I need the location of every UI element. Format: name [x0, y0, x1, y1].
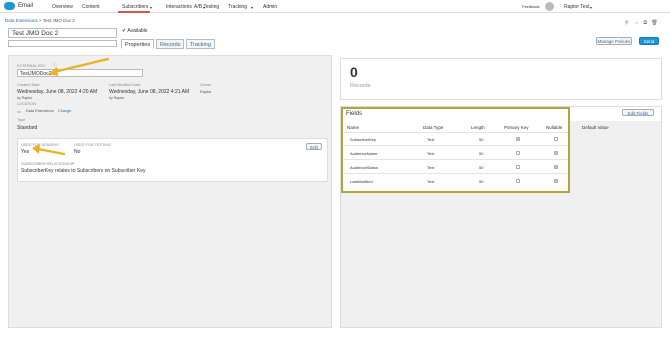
field-name: AudienceStatus — [350, 165, 379, 170]
primary-key-checkbox[interactable] — [516, 165, 520, 169]
edit-fields-button[interactable]: Edit Fields — [622, 109, 654, 116]
records-label: Records — [350, 83, 371, 89]
fields-title: Fields — [346, 111, 363, 117]
field-type: Text — [427, 151, 435, 156]
chevron-down-icon: ▾ — [590, 5, 593, 10]
breadcrumb-data-extensions[interactable]: Data Extensions — [5, 18, 38, 23]
fields-highlight-box — [341, 107, 570, 193]
filter-icon[interactable]: ⚲ — [625, 20, 629, 26]
copy-icon[interactable]: ⧉ — [643, 20, 647, 26]
col-default-value[interactable]: Default Value — [582, 125, 609, 130]
col-primary-key[interactable]: Primary Key — [504, 125, 529, 130]
user-avatar[interactable] — [545, 2, 554, 11]
status-available: ✔ Available — [122, 28, 148, 34]
breadcrumb: Data Extensions > Test JMO Doc 2 — [5, 18, 75, 23]
modified-date-label: Last Modified Date — [109, 83, 141, 87]
nav-interactions[interactable]: Interactions — [166, 4, 192, 10]
field-name: SubscriberKey — [350, 137, 377, 142]
field-length: 50 — [479, 151, 484, 156]
records-count: 0 — [350, 64, 358, 80]
nav-admin[interactable]: Admin — [263, 4, 277, 10]
type-label: Type — [17, 118, 26, 122]
top-navigation: Email Overview Content Subscribers ▾ Int… — [0, 0, 670, 13]
edit-sending-button[interactable]: Edit — [306, 143, 322, 150]
trash-icon[interactable]: 🗑 — [651, 20, 657, 26]
location-value: Data Extensions — [26, 109, 54, 113]
nullable-checkbox[interactable] — [554, 165, 558, 169]
user-menu[interactable]: Raptor Test — [564, 4, 589, 10]
field-type: Text — [427, 165, 435, 170]
breadcrumb-current: Test JMO Doc 2 — [42, 18, 75, 23]
app-name: Email — [18, 3, 34, 9]
primary-key-checkbox[interactable] — [516, 179, 520, 183]
nullable-checkbox[interactable] — [554, 137, 558, 141]
manage-policies-button[interactable]: Manage Policies — [596, 37, 632, 45]
field-name: AudienceName — [350, 151, 378, 156]
created-by: by Raptor — [17, 96, 33, 100]
field-length: 50 — [479, 179, 484, 184]
type-value: Standard — [17, 125, 38, 131]
external-key-label: EXTERNAL KEY — [17, 64, 46, 68]
modified-by: by Raptor — [109, 96, 125, 100]
description-input[interactable] — [8, 40, 117, 47]
col-name[interactable]: Name — [347, 125, 359, 130]
subscriber-relationship-value: SubscriberKey relates to Subscribers on … — [21, 168, 146, 174]
field-length: 50 — [479, 137, 484, 142]
header-tools: ⚲ ⇔ ⧉ 🗑 — [625, 20, 658, 26]
col-length[interactable]: Length — [471, 125, 485, 130]
subscriber-relationship-label: SUBSCRIBER RELATIONSHIP — [21, 162, 75, 166]
field-name: LastModified — [350, 179, 373, 184]
used-for-testing-value: No — [74, 149, 81, 155]
field-length: 50 — [479, 165, 484, 170]
used-for-sending-value: Yes — [21, 149, 30, 155]
col-nullable[interactable]: Nullable — [546, 125, 562, 130]
salesforce-cloud-logo — [4, 2, 15, 10]
created-date-label: Created Date — [17, 83, 40, 87]
field-type: Text — [427, 179, 435, 184]
location-change-link[interactable]: Change — [58, 109, 71, 113]
tab-records[interactable]: Records — [156, 39, 185, 49]
nav-tracking[interactable]: Tracking — [228, 4, 247, 10]
records-panel — [340, 58, 662, 100]
properties-panel — [8, 55, 332, 328]
nav-overview[interactable]: Overview — [52, 4, 73, 10]
send-button[interactable]: Send — [639, 37, 659, 45]
modified-date-value: Wednesday, June 08, 2022 4:21 AM — [109, 89, 190, 95]
name-input[interactable]: Test JMO Doc 2 — [8, 28, 117, 38]
owner-value: Raptor — [200, 90, 212, 94]
created-date-value: Wednesday, June 08, 2022 4:20 AM — [17, 89, 98, 95]
nav-ab-testing[interactable]: A/B Testing — [194, 4, 219, 10]
feedback-link[interactable]: Feedback — [522, 4, 540, 9]
annotation-arrow-external-key — [48, 57, 110, 76]
nav-subscribers[interactable]: Subscribers — [122, 4, 148, 10]
chevron-down-icon: ▾ — [251, 5, 254, 10]
nullable-checkbox[interactable] — [554, 179, 558, 183]
tab-properties[interactable]: Properties — [121, 39, 155, 49]
move-icon[interactable]: ⇔ — [634, 20, 639, 26]
nullable-checkbox[interactable] — [554, 151, 558, 155]
location-label: LOCATION — [17, 102, 37, 106]
primary-key-checkbox[interactable] — [516, 137, 520, 141]
tab-tracking[interactable]: Tracking — [186, 39, 215, 49]
col-data-type[interactable]: Data Type — [423, 125, 443, 130]
chevron-down-icon: ▾ — [150, 5, 153, 10]
check-icon: ✔ — [122, 28, 127, 34]
owner-label: Owner — [200, 83, 212, 87]
nav-content[interactable]: Content — [82, 4, 100, 10]
primary-key-checkbox[interactable] — [516, 151, 520, 155]
used-for-testing-label: USED FOR TESTING — [74, 143, 112, 147]
field-type: Text — [427, 137, 435, 142]
folder-icon: ▭ — [17, 110, 21, 114]
annotation-arrow-used-for-sending — [32, 144, 66, 156]
